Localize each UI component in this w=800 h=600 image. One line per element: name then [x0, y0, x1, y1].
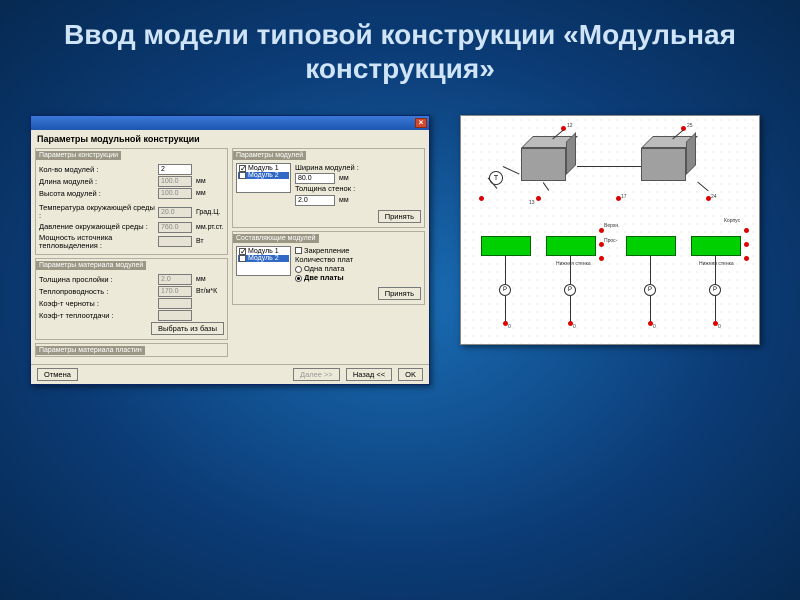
side-label: Верхн. [604, 223, 620, 229]
lbl-radio-two: Две платы [304, 274, 421, 282]
cancel-button[interactable]: Отмена [37, 368, 78, 381]
check-icon[interactable] [239, 248, 246, 255]
green-module [481, 236, 531, 256]
group-material: Параметры материала модулей Толщина прос… [35, 258, 228, 340]
num-label: 25 [687, 123, 693, 129]
check-zakr[interactable] [295, 247, 302, 254]
list-item-label: Модуль 1 [248, 165, 279, 172]
lbl-count: Кол-во модулей : [39, 166, 156, 174]
lbl-conduct: Теплопроводность : [39, 288, 156, 296]
dialog-window: × Параметры модульной конструкции Параме… [30, 115, 430, 385]
module-list-2[interactable]: Модуль 1 Модуль 2 [236, 246, 291, 276]
group-title-plates-material: Параметры материала пластин [36, 346, 145, 355]
field-height[interactable]: 100.0 [158, 188, 192, 199]
back-button[interactable]: Назад << [346, 368, 392, 381]
module-list-1[interactable]: Модуль 1 Модуль 2 [236, 163, 291, 193]
num-label: 17 [621, 194, 627, 200]
cube-1 [521, 136, 576, 181]
lbl-zakr: Закрепление [304, 247, 421, 255]
num-label: 13 [529, 200, 535, 206]
unit-length: мм [194, 178, 224, 185]
unit-layer: мм [194, 276, 224, 283]
p-node-icon: P [499, 284, 511, 296]
bottom-label: Нижняя стенка [699, 261, 734, 267]
unit-conduct: Вт/м*К [194, 288, 224, 295]
list-item-label: Модуль 2 [248, 172, 279, 179]
group-construction: Параметры конструкции Кол-во модулей :2 … [35, 148, 228, 255]
group-plates-material: Параметры материала пластин [35, 343, 228, 357]
field-layer[interactable]: 2.0 [158, 274, 192, 285]
group-title-material: Параметры материала модулей [36, 261, 146, 270]
group-title-components: Составляющие модулей [233, 234, 319, 243]
field-heat[interactable] [158, 310, 192, 321]
cube-2 [641, 136, 696, 181]
field-pressure[interactable]: 760.0 [158, 222, 192, 233]
titlebar: × [31, 116, 429, 130]
side-label: Корпус [724, 218, 740, 224]
diagram-panel: T 12 25 13 17 24 Верхн. Прос- Корпус Ниж… [460, 115, 760, 345]
check-icon[interactable] [239, 255, 246, 262]
unit-pressure: мм.рт.ст. [194, 224, 224, 231]
field-conduct[interactable]: 170.0 [158, 286, 192, 297]
unit-wall: мм [337, 197, 367, 204]
lbl-black: Коэф-т черноты : [39, 300, 156, 308]
lbl-pressure: Давление окружающей среды : [39, 223, 156, 231]
dialog-title: Параметры модульной конструкции [31, 130, 429, 146]
field-power[interactable] [158, 236, 192, 247]
field-width[interactable]: 80.0 [295, 173, 335, 184]
next-button[interactable]: Далее >> [293, 368, 340, 381]
lbl-plates-count: Количество плат [295, 256, 421, 264]
lbl-temp: Температура окружающей среды : [39, 204, 156, 221]
field-black[interactable] [158, 298, 192, 309]
check-icon[interactable] [239, 165, 246, 172]
list-item-label: Модуль 2 [248, 255, 279, 262]
field-wall[interactable]: 2.0 [295, 195, 335, 206]
select-base-button[interactable]: Выбрать из базы [151, 322, 224, 335]
lbl-wall: Толщина стенок : [295, 185, 421, 193]
list-item-label: Модуль 1 [248, 248, 279, 255]
p-node-icon: P [709, 284, 721, 296]
side-label: Прос- [604, 238, 617, 244]
bottom-label: Нижняя стенка [556, 261, 591, 267]
field-count[interactable]: 2 [158, 164, 192, 175]
unit-height: мм [194, 190, 224, 197]
num-label: 12 [567, 123, 573, 129]
apply-button-1[interactable]: Принять [378, 210, 421, 223]
green-module [546, 236, 596, 256]
lbl-radio-one: Одна плата [304, 265, 421, 273]
slide-title: Ввод модели типовой конструкции «Модульн… [0, 0, 800, 95]
green-module [626, 236, 676, 256]
p-node-icon: P [564, 284, 576, 296]
group-title-modules: Параметры модулей [233, 151, 306, 160]
unit-temp: Град.Ц. [194, 209, 224, 216]
lbl-width: Ширина модулей : [295, 164, 421, 172]
lbl-power: Мощность источника тепловыделения : [39, 234, 156, 251]
green-module [691, 236, 741, 256]
group-title-construction: Параметры конструкции [36, 151, 121, 160]
field-temp[interactable]: 20.0 [158, 207, 192, 218]
unit-width: мм [337, 175, 367, 182]
p-node-icon: P [644, 284, 656, 296]
field-length[interactable]: 100.0 [158, 176, 192, 187]
ok-button[interactable]: OK [398, 368, 423, 381]
radio-two[interactable] [295, 275, 302, 282]
lbl-height: Высота модулей : [39, 190, 156, 198]
group-components: Составляющие модулей Модуль 1 Модуль 2 З… [232, 231, 425, 305]
button-row: Отмена Далее >> Назад << OK [31, 364, 429, 384]
group-modules: Параметры модулей Модуль 1 Модуль 2 Шири… [232, 148, 425, 228]
lbl-heat: Коэф-т теплоотдачи : [39, 312, 156, 320]
radio-one[interactable] [295, 266, 302, 273]
apply-button-2[interactable]: Принять [378, 287, 421, 300]
close-icon[interactable]: × [415, 118, 427, 128]
unit-power: Вт [194, 238, 224, 245]
lbl-layer: Толщина прослойки : [39, 276, 156, 284]
check-icon[interactable] [239, 172, 246, 179]
lbl-length: Длина модулей : [39, 178, 156, 186]
num-label: 24 [711, 194, 717, 200]
